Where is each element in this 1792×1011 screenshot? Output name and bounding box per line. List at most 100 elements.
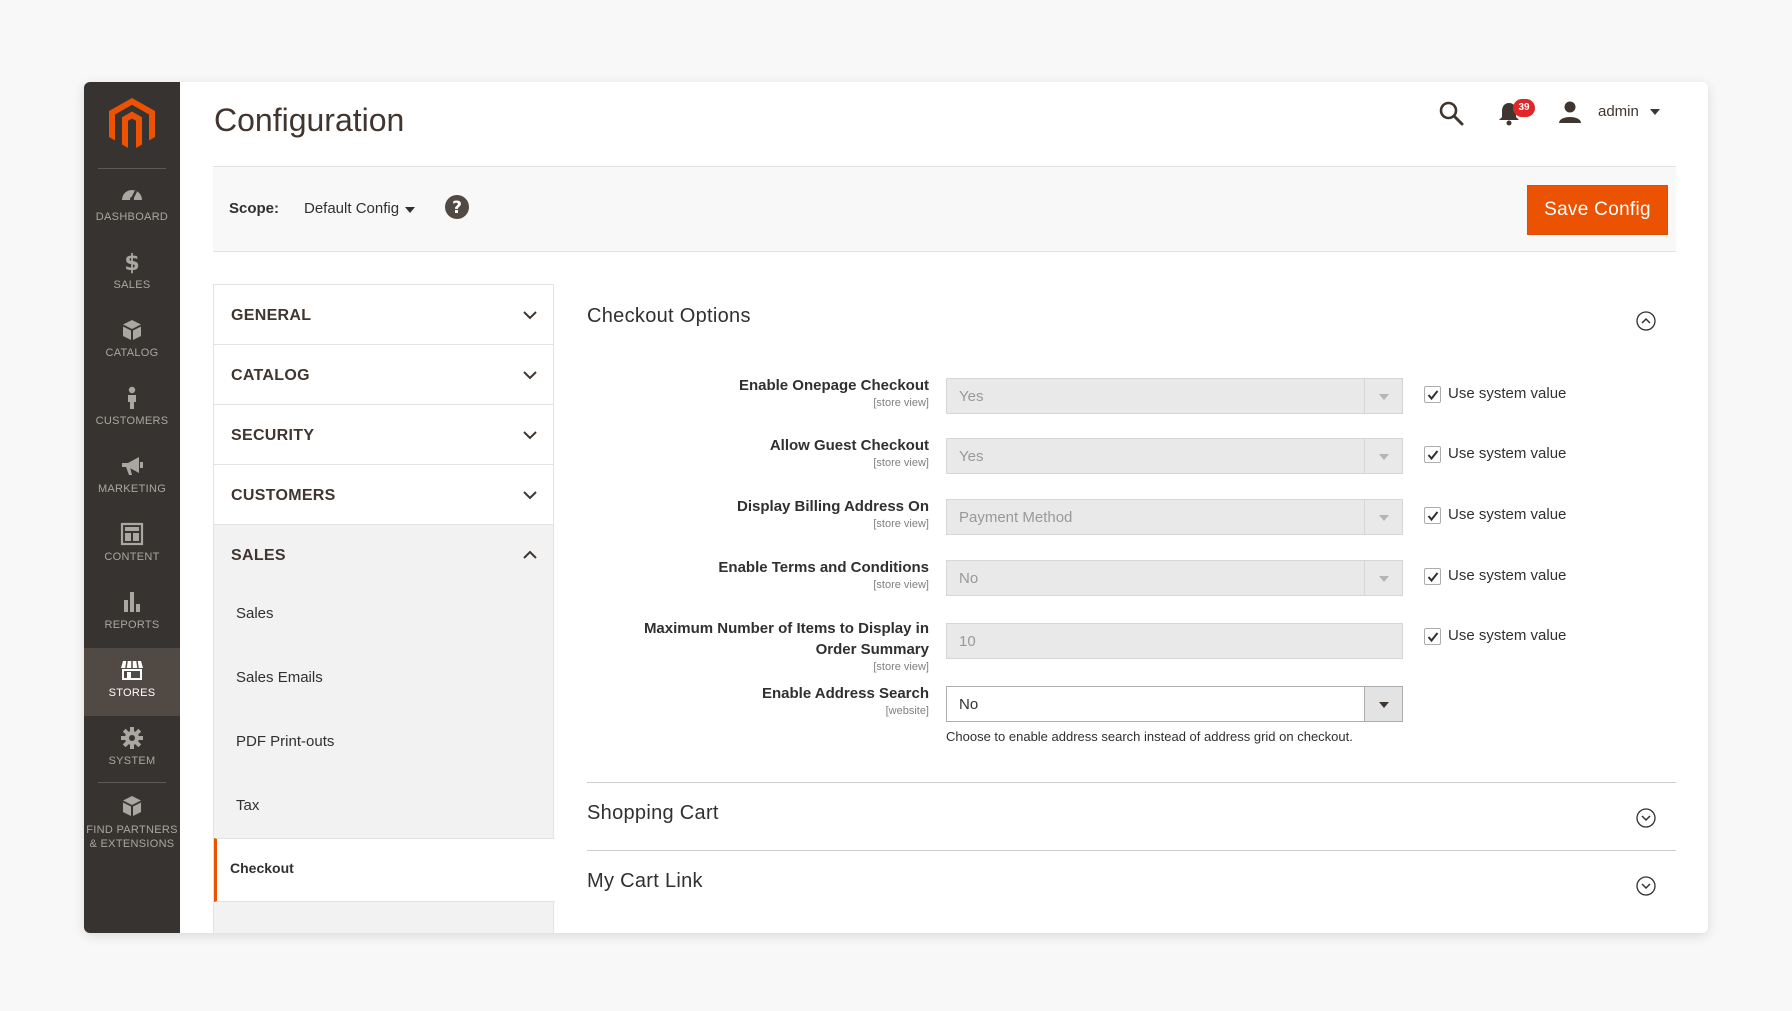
caret-down-icon xyxy=(1379,394,1389,400)
checkbox[interactable] xyxy=(1424,568,1441,585)
checkbox[interactable] xyxy=(1424,628,1441,645)
label-enable-terms-and-conditions: Enable Terms and Conditions xyxy=(718,559,929,576)
select-arrow[interactable] xyxy=(1364,687,1402,721)
checkbox[interactable] xyxy=(1424,386,1441,403)
svg-text:?: ? xyxy=(452,198,462,218)
label-max-items-order-summary-line1: Maximum Number of Items to Display in xyxy=(643,620,929,637)
menu-item-dashboard[interactable]: DASHBOARD xyxy=(84,172,180,240)
sales-subitems: Sales Sales Emails PDF Print-outs Tax Ch… xyxy=(213,584,555,933)
admin-menu: DASHBOARD $ SALES CATALOG CUSTOMERS MARK… xyxy=(84,82,180,933)
collapse-circle-icon[interactable] xyxy=(1636,311,1656,331)
subitem-sales[interactable]: Sales xyxy=(214,584,555,648)
section-my-cart-link[interactable]: My Cart Link xyxy=(587,870,703,893)
menu-item-system[interactable]: SYSTEM xyxy=(84,716,180,784)
search-icon[interactable] xyxy=(1438,100,1464,126)
tab-security[interactable]: SECURITY xyxy=(213,404,554,464)
tab-general[interactable]: GENERAL xyxy=(213,284,554,344)
select-value: Yes xyxy=(959,388,984,405)
menu-item-stores[interactable]: STORES xyxy=(84,648,180,716)
checkbox-label: Use system value xyxy=(1448,627,1567,644)
chevron-down-icon xyxy=(523,491,537,500)
menu-label-sales: SALES xyxy=(113,279,151,291)
checkbox-label: Use system value xyxy=(1448,567,1567,584)
check-icon xyxy=(1427,572,1439,583)
check-icon xyxy=(1427,511,1439,522)
subitem-label: Tax xyxy=(236,797,260,814)
select-value: No xyxy=(959,570,979,587)
megaphone-icon xyxy=(122,457,143,475)
menu-label-dashboard: DASHBOARD xyxy=(95,211,169,223)
gear-icon xyxy=(121,727,143,749)
box-icon xyxy=(123,320,141,340)
menu-label-stores: STORES xyxy=(108,687,156,699)
select-enable-address-search[interactable]: No xyxy=(946,686,1403,722)
label-allow-guest-checkout: Allow Guest Checkout xyxy=(769,437,929,454)
scope-hint: [store view] xyxy=(873,518,929,530)
subitem-tax[interactable]: Tax xyxy=(214,776,555,840)
scope-bar: Scope: Default Config ? Save Config xyxy=(213,166,1676,252)
tab-label: SECURITY xyxy=(231,427,315,444)
label-enable-onepage-checkout: Enable Onepage Checkout xyxy=(738,377,929,394)
caret-down-icon[interactable] xyxy=(1650,109,1660,115)
bar-chart-icon xyxy=(124,592,140,612)
notification-badge[interactable]: 39 xyxy=(1513,99,1535,117)
menu-item-catalog[interactable]: CATALOG xyxy=(84,308,180,376)
menu-label-reports: REPORTS xyxy=(104,619,160,631)
menu-item-reports[interactable]: REPORTS xyxy=(84,580,180,648)
admin-window: DASHBOARD $ SALES CATALOG CUSTOMERS MARK… xyxy=(84,82,1708,933)
check-icon xyxy=(1427,390,1439,401)
subitem-label: Checkout xyxy=(230,860,294,876)
menu-item-marketing[interactable]: MARKETING xyxy=(84,444,180,512)
scope-hint: [website] xyxy=(885,705,929,717)
menu-label-partners-2: & EXTENSIONS xyxy=(89,838,175,850)
menu-item-find-partners[interactable]: FIND PARTNERS & EXTENSIONS xyxy=(84,785,180,859)
select-enable-onepage-checkout: Yes xyxy=(946,378,1403,414)
section-divider xyxy=(587,850,1676,851)
menu-item-content[interactable]: CONTENT xyxy=(84,512,180,580)
tab-label: CUSTOMERS xyxy=(231,487,336,504)
select-enable-terms-and-conditions: No xyxy=(946,560,1403,596)
expand-circle-icon[interactable] xyxy=(1636,808,1656,828)
help-icon[interactable]: ? xyxy=(445,195,469,219)
tab-sales[interactable]: SALES xyxy=(213,524,554,584)
scope-hint: [store view] xyxy=(873,579,929,591)
select-value: Payment Method xyxy=(959,509,1073,526)
select-arrow xyxy=(1364,500,1402,534)
tab-customers[interactable]: CUSTOMERS xyxy=(213,464,554,524)
subitem-label: PDF Print-outs xyxy=(236,733,335,750)
user-icon[interactable] xyxy=(1558,100,1582,124)
admin-user-menu[interactable]: admin xyxy=(1598,102,1639,122)
scope-hint: [store view] xyxy=(873,661,929,673)
scope-hint: [store view] xyxy=(873,457,929,469)
checkbox-label: Use system value xyxy=(1448,506,1567,523)
expand-circle-icon[interactable] xyxy=(1636,876,1656,896)
storefront-icon xyxy=(121,660,143,680)
check-icon xyxy=(1427,450,1439,461)
menu-item-sales[interactable]: $ SALES xyxy=(84,240,180,308)
section-checkout-options[interactable]: Checkout Options xyxy=(587,305,751,328)
tab-label: GENERAL xyxy=(231,307,312,324)
select-display-billing-address-on: Payment Method xyxy=(946,499,1403,535)
checkbox-label: Use system value xyxy=(1448,385,1567,402)
chevron-down-icon xyxy=(523,371,537,380)
checkbox[interactable] xyxy=(1424,507,1441,524)
tab-catalog[interactable]: CATALOG xyxy=(213,344,554,404)
select-value: No xyxy=(959,696,979,713)
magento-logo[interactable] xyxy=(109,98,155,150)
subitem-checkout[interactable]: Checkout xyxy=(214,838,555,902)
scope-switcher[interactable]: Default Config xyxy=(304,200,399,217)
subitem-label: Sales Emails xyxy=(236,669,323,686)
caret-down-icon[interactable] xyxy=(405,207,415,213)
menu-label-marketing: MARKETING xyxy=(97,483,167,495)
section-divider xyxy=(587,782,1676,783)
menu-divider xyxy=(98,168,166,169)
subitem-sales-emails[interactable]: Sales Emails xyxy=(214,648,555,712)
section-shopping-cart[interactable]: Shopping Cart xyxy=(587,802,719,825)
layout-icon xyxy=(120,522,144,546)
caret-down-icon xyxy=(1379,454,1389,460)
package-stack-icon xyxy=(123,796,141,816)
save-config-button[interactable]: Save Config xyxy=(1527,185,1668,235)
checkbox[interactable] xyxy=(1424,446,1441,463)
menu-item-customers[interactable]: CUSTOMERS xyxy=(84,376,180,444)
subitem-pdf-printouts[interactable]: PDF Print-outs xyxy=(214,712,555,776)
